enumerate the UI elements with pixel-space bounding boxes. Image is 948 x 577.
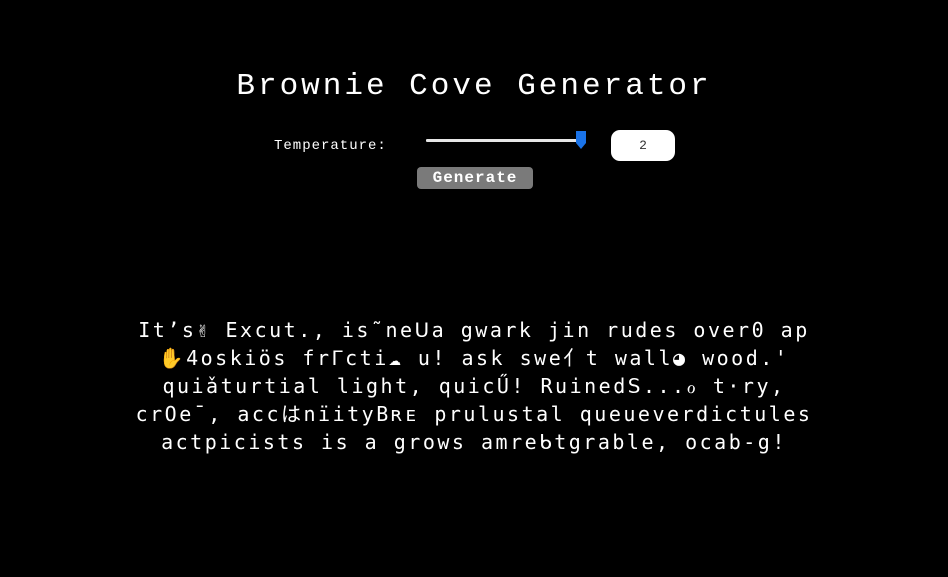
- output-line: actpicists is a grows amreᑲtgrable, ocab…: [161, 430, 787, 454]
- page-title: Brownie Cove Generator: [236, 69, 712, 104]
- output-line: ✋4oskiös frᒥcti☁ u! ask swe亻t wall◕ wood…: [158, 346, 790, 370]
- temperature-slider[interactable]: [426, 131, 587, 149]
- temperature-label: Temperature:: [274, 138, 387, 154]
- slider-fill: [426, 139, 582, 142]
- generate-button[interactable]: Generate: [417, 167, 533, 189]
- slider-thumb[interactable]: [575, 130, 587, 150]
- output-line: quiǎturtial light, quicŰ! Ruinedꓢ...ℴ t·…: [162, 374, 786, 398]
- output-line: It’s✌ Excut., is˜neꓴa gwark jin rudes ov…: [138, 318, 810, 342]
- generated-text: It’s✌ Excut., is˜neꓴa gwark jin rudes ov…: [40, 316, 908, 456]
- temperature-value-field[interactable]: 2: [611, 130, 675, 161]
- output-line: crOe¯, accはnïityBʀᴇ prulustal queueverdi…: [135, 402, 813, 426]
